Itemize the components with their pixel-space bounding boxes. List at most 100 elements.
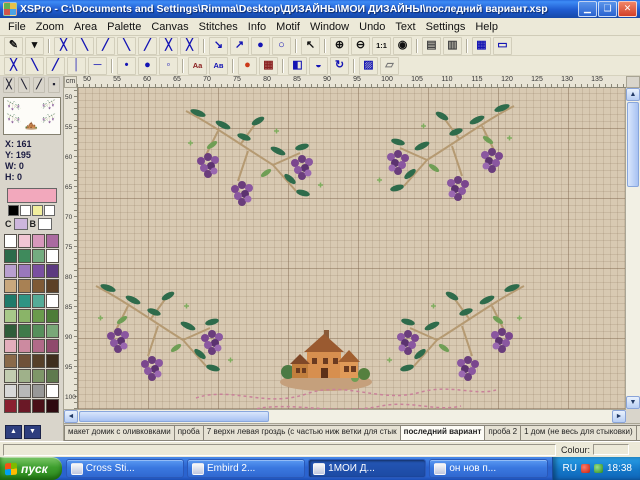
palette-swatch-17[interactable] [18,294,31,308]
palette-swatch-33[interactable] [18,354,31,368]
palette-swatch-44[interactable] [4,399,17,413]
palette-swatch-20[interactable] [4,309,17,323]
sheet-tab-2[interactable]: 7 верхн левая гроздь (с частью ниж ветки… [204,425,401,441]
title-bar[interactable]: XSPro - C:\Documents and Settings\Rimma\… [0,0,640,18]
palette-swatch-7[interactable] [46,249,59,263]
palette-swatch-29[interactable] [18,339,31,353]
menu-motif[interactable]: Motif [271,20,305,34]
palette-swatch-4[interactable] [4,249,17,263]
palette-swatch-31[interactable] [46,339,59,353]
menu-zoom[interactable]: Zoom [31,20,69,34]
eraser-icon[interactable]: ▱ [380,57,399,75]
b-swatch[interactable] [38,218,52,230]
start-button[interactable]: пуск [0,457,62,480]
palette-swatch-40[interactable] [4,384,17,398]
petite-stitch-icon[interactable]: ╳ [4,57,23,75]
palette-swatch-26[interactable] [32,324,45,338]
mini-half-back-icon[interactable]: ╲ [18,77,30,93]
current-color-swatch[interactable] [7,188,57,203]
palette-swatch-19[interactable] [46,294,59,308]
quarter-stitch-tr-icon[interactable]: ╱ [138,37,157,55]
menu-help[interactable]: Help [470,20,503,34]
knot-small-icon[interactable]: • [117,57,136,75]
quick-swatch-3[interactable] [44,205,55,216]
menu-stitches[interactable]: Stitches [194,20,243,34]
half-stitch-forward-icon[interactable]: ╱ [96,37,115,55]
menu-palette[interactable]: Palette [102,20,146,34]
palette-swatch-38[interactable] [32,369,45,383]
french-knot-icon[interactable]: ● [251,37,270,55]
quick-swatch-0[interactable] [8,205,19,216]
sheet-tab-6[interactable]: 2 правая ниж гр [637,425,640,441]
palette-swatch-23[interactable] [46,309,59,323]
flip-horizontal-icon[interactable]: ◧ [288,57,307,75]
palette-swatch-25[interactable] [18,324,31,338]
palette-swatch-45[interactable] [18,399,31,413]
three-quarter-stitch-1-icon[interactable]: ╳ [159,37,178,55]
b-label[interactable]: B [30,219,37,229]
grid-toggle-icon[interactable]: ▦ [472,37,491,55]
menu-window[interactable]: Window [305,20,354,34]
palette-scroll-up-button[interactable]: ▲ [5,425,22,439]
flip-vertical-icon[interactable]: ◒ [309,57,328,75]
palette-swatch-36[interactable] [4,369,17,383]
palette-swatch-39[interactable] [46,369,59,383]
palette-swatch-34[interactable] [32,354,45,368]
sheet-tab-3[interactable]: последний вариант [401,425,486,441]
quick-swatch-1[interactable] [20,205,31,216]
tray-icon-1[interactable] [581,464,590,473]
bead-icon[interactable]: ○ [272,37,291,55]
palette-swatch-10[interactable] [32,264,45,278]
mini-half-forward-icon[interactable]: ╱ [33,77,45,93]
palette-swatch-11[interactable] [46,264,59,278]
pattern-preview[interactable] [3,97,61,135]
taskbar-task-1[interactable]: Embird 2... [187,459,305,478]
palette-swatch-9[interactable] [18,264,31,278]
zoom-actual-icon[interactable]: 1:1 [372,37,391,55]
minimize-button[interactable]: ▁ [578,1,597,17]
taskbar-task-3[interactable]: он нов п... [429,459,547,478]
palette-scroll-down-button[interactable]: ▼ [24,425,41,439]
bead-tool-icon[interactable]: ◦ [159,57,178,75]
zoom-in-icon[interactable]: ⊕ [330,37,349,55]
palette-swatch-16[interactable] [4,294,17,308]
palette-swatch-47[interactable] [46,399,59,413]
sheet-tab-1[interactable]: проба [175,425,204,441]
palette-swatch-1[interactable] [18,234,31,248]
rulers-toggle-icon[interactable]: ▭ [493,37,512,55]
menu-undo[interactable]: Undo [354,20,390,34]
palette-swatch-41[interactable] [18,384,31,398]
palette-swatch-8[interactable] [4,264,17,278]
sheet-tab-4[interactable]: проба 2 [485,425,521,441]
select-arrow-icon[interactable]: ↖ [301,37,320,55]
sheet-tab-5[interactable]: 1 дом (не весь для стыковки) [521,425,637,441]
language-indicator[interactable]: RU [563,463,577,474]
palette-swatch-43[interactable] [46,384,59,398]
menu-settings[interactable]: Settings [421,20,471,34]
palette-swatch-46[interactable] [32,399,45,413]
palette-swatch-6[interactable] [32,249,45,263]
vertical-scrollbar[interactable]: ▲ ▼ [625,88,640,409]
menu-info[interactable]: Info [243,20,271,34]
palette-swatch-42[interactable] [32,384,45,398]
taskbar-task-0[interactable]: Cross Sti... [66,459,184,478]
backstitch-up-icon[interactable]: ↗ [230,37,249,55]
horizontal-scroll-thumb[interactable] [79,411,269,422]
menu-file[interactable]: File [3,20,31,34]
three-quarter-stitch-2-icon[interactable]: ╳ [180,37,199,55]
rotate-icon[interactable]: ↻ [330,57,349,75]
text-tool-cyrillic-icon[interactable]: Ав [209,57,228,75]
design-canvas[interactable] [78,88,625,409]
pencil-tool-icon[interactable]: ✎ [4,37,23,55]
palette-swatch-12[interactable] [4,279,17,293]
backstitch-down-icon[interactable]: ↘ [209,37,228,55]
menu-canvas[interactable]: Canvas [146,20,193,34]
zoom-out-icon[interactable]: ⊖ [351,37,370,55]
palette-swatch-35[interactable] [46,354,59,368]
scroll-down-button[interactable]: ▼ [626,396,640,409]
quick-swatch-2[interactable] [32,205,43,216]
pencil-dropdown-icon[interactable]: ▾ [25,37,44,55]
palette-swatch-15[interactable] [46,279,59,293]
palette-swatch-22[interactable] [32,309,45,323]
palette-swatch-37[interactable] [18,369,31,383]
